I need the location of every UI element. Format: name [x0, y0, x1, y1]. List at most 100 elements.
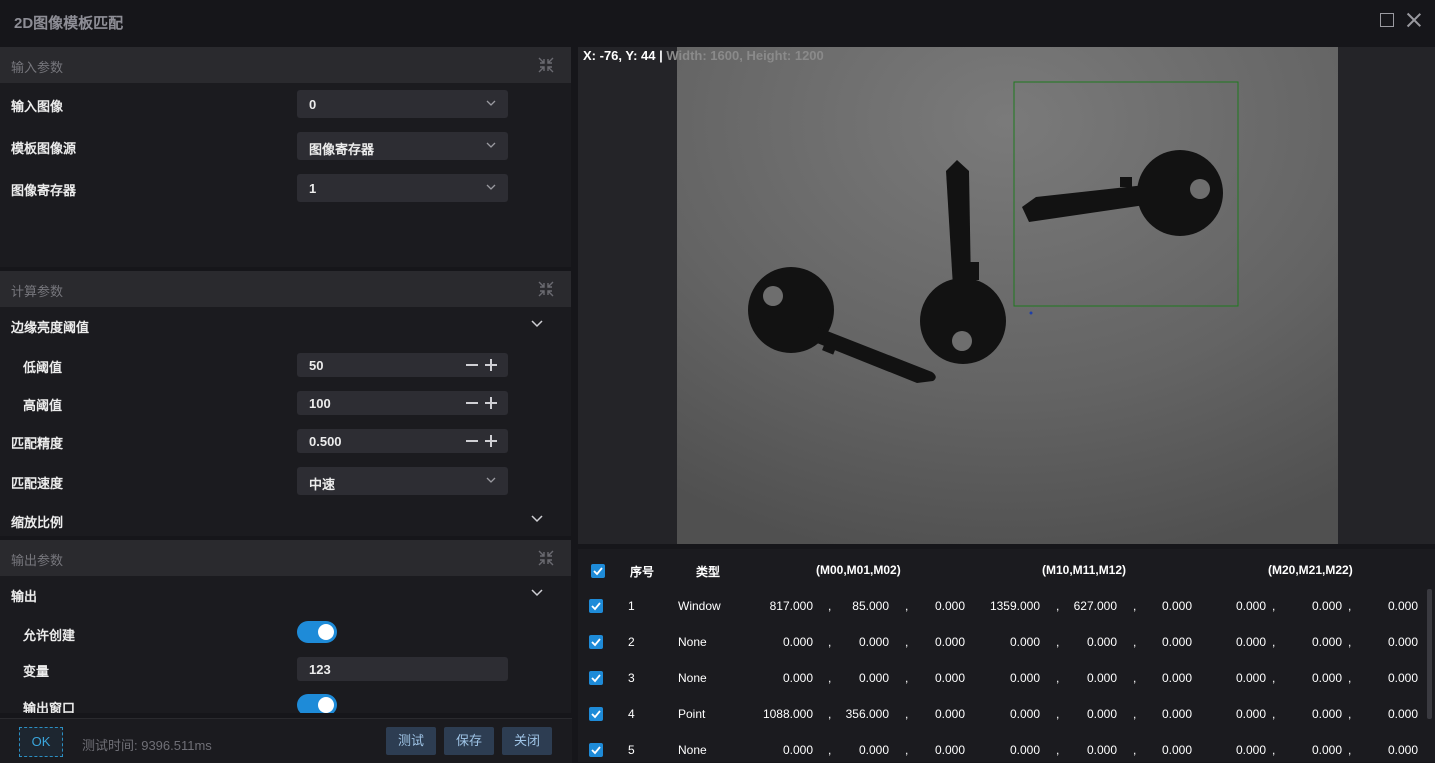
row-checkbox[interactable]: [589, 635, 603, 649]
cell-type: None: [678, 743, 707, 757]
scale-group[interactable]: 缩放比例: [0, 504, 571, 536]
header-index: 序号: [630, 565, 655, 579]
close-button[interactable]: 关闭: [502, 727, 552, 755]
row-checkbox[interactable]: [589, 707, 603, 721]
select-all-checkbox[interactable]: [591, 564, 605, 578]
chevron-down-icon: [486, 142, 496, 148]
cell-matrix-value: 0.000: [934, 599, 965, 613]
row-checkbox[interactable]: [589, 671, 603, 685]
cell-matrix-value: 0.000: [1387, 743, 1418, 757]
match-precision-stepper[interactable]: 0.500: [297, 429, 508, 453]
plus-icon[interactable]: [484, 358, 498, 372]
stepper-value[interactable]: 0.500: [309, 434, 342, 449]
section-title: 计算参数: [11, 284, 64, 299]
input-image-select[interactable]: 0: [297, 90, 508, 118]
chevron-down-icon[interactable]: [530, 514, 544, 524]
field-label: 模板图像源: [11, 141, 77, 156]
low-threshold-stepper[interactable]: 50: [297, 353, 508, 377]
cell-type: Point: [678, 707, 706, 721]
plus-icon[interactable]: [484, 396, 498, 410]
chevron-down-icon[interactable]: [530, 319, 544, 329]
cell-matrix-value: 0.000: [934, 635, 965, 649]
row-checkbox[interactable]: [589, 743, 603, 757]
collapse-icon[interactable]: [537, 56, 555, 74]
calc-params-header[interactable]: 计算参数: [0, 271, 571, 307]
cell-matrix-value: 0.000: [1235, 635, 1266, 649]
scrollbar[interactable]: [1427, 589, 1432, 719]
field-label: 匹配速度: [11, 476, 64, 491]
cell-matrix-value: 0.000: [782, 635, 813, 649]
test-button[interactable]: 测试: [386, 727, 436, 755]
output-params-section: 输出参数 输出 允许创建 变量 123 输出窗口: [0, 540, 571, 713]
cell-separator: ,: [1133, 671, 1137, 685]
minus-icon[interactable]: [465, 396, 479, 410]
cell-separator: ,: [905, 743, 909, 757]
cell-matrix-value: 0.000: [782, 743, 813, 757]
cell-index: 2: [628, 635, 635, 649]
field-label: 变量: [23, 664, 50, 679]
row-checkbox[interactable]: [589, 599, 603, 613]
select-value: 1: [309, 181, 317, 196]
collapse-icon[interactable]: [537, 549, 555, 567]
cell-matrix-value: 0.000: [1086, 743, 1117, 757]
variable-input[interactable]: 123: [297, 657, 508, 681]
image-viewer[interactable]: X: -76, Y: 44 | Width: 1600, Height: 120…: [578, 47, 1435, 544]
stepper-value[interactable]: 100: [309, 396, 331, 411]
cell-matrix-value: 0.000: [1161, 743, 1192, 757]
minus-icon[interactable]: [465, 434, 479, 448]
cell-separator: ,: [828, 671, 832, 685]
cell-separator: ,: [1348, 635, 1352, 649]
ok-button[interactable]: OK: [19, 727, 63, 757]
stepper-value[interactable]: 50: [309, 358, 323, 373]
header-m1: (M10,M11,M12): [1042, 563, 1127, 577]
cell-index: 4: [628, 707, 635, 721]
maximize-icon[interactable]: [1378, 11, 1396, 29]
cell-separator: ,: [1348, 743, 1352, 757]
group-label: 边缘亮度阈值: [11, 320, 90, 335]
close-icon[interactable]: [1405, 11, 1423, 29]
collapse-icon[interactable]: [537, 280, 555, 298]
cell-matrix-value: 1359.000: [989, 599, 1040, 613]
allow-create-row: 允许创建: [0, 617, 571, 649]
table-row[interactable]: 1 Window 817.000 85.000 0.000 1359.000 627.000…: [578, 588, 1423, 624]
table-row[interactable]: 3 None 0.000 0.000 0.000 0.000 0.000 0.000 0.000…: [578, 660, 1423, 696]
header-type: 类型: [696, 565, 721, 579]
results-table: 序号 类型 (M00,M01,M02) (M10,M11,M12) (M20,M…: [578, 549, 1435, 762]
save-button[interactable]: 保存: [444, 727, 494, 755]
cell-matrix-value: 0.000: [1387, 599, 1418, 613]
cell-matrix-value: 0.000: [1235, 671, 1266, 685]
cell-matrix-value: 0.000: [1009, 671, 1040, 685]
input-value[interactable]: 123: [309, 662, 331, 677]
cell-matrix-value: 0.000: [1235, 707, 1266, 721]
parameter-panel: 输入参数 输入图像 0 模板图像源 图像寄存器 图像寄存器 1 计算参数 边缘亮…: [0, 47, 572, 713]
match-speed-select[interactable]: 中速: [297, 467, 508, 495]
cell-index: 3: [628, 671, 635, 685]
image-register-select[interactable]: 1: [297, 174, 508, 202]
high-threshold-stepper[interactable]: 100: [297, 391, 508, 415]
chevron-down-icon[interactable]: [530, 588, 544, 598]
output-params-header[interactable]: 输出参数: [0, 540, 571, 576]
allow-create-toggle[interactable]: [297, 621, 337, 643]
calc-params-section: 计算参数 边缘亮度阈值 低阈值 50 高阈值 100 匹配精度 0.500 匹配…: [0, 271, 571, 536]
template-source-select[interactable]: 图像寄存器: [297, 132, 508, 160]
coordinate-readout: X: -76, Y: 44 | Width: 1600, Height: 120…: [583, 48, 824, 63]
cell-matrix-value: 0.000: [934, 671, 965, 685]
field-label: 输出窗口: [23, 701, 76, 713]
cell-matrix-value: 0.000: [1009, 743, 1040, 757]
output-window-toggle[interactable]: [297, 694, 337, 713]
edge-threshold-group[interactable]: 边缘亮度阈值: [0, 309, 571, 341]
group-label: 缩放比例: [11, 515, 64, 530]
field-label: 高阈值: [23, 398, 63, 413]
plus-icon[interactable]: [484, 434, 498, 448]
input-params-header[interactable]: 输入参数: [0, 47, 571, 83]
table-row[interactable]: 5 None 0.000 0.000 0.000 0.000 0.000 0.000 0.000…: [578, 732, 1423, 762]
table-row[interactable]: 4 Point 1088.000 356.000 0.000 0.000 0.000 0.00…: [578, 696, 1423, 732]
table-row[interactable]: 2 None 0.000 0.000 0.000 0.000 0.000 0.000 0.000…: [578, 624, 1423, 660]
cell-matrix-value: 0.000: [1235, 599, 1266, 613]
output-group[interactable]: 输出: [0, 578, 571, 610]
coords-separator: |: [659, 48, 663, 63]
action-bar: OK 测试时间: 9396.511ms 测试 保存 关闭: [0, 718, 572, 763]
minus-icon[interactable]: [465, 358, 479, 372]
camera-image[interactable]: [677, 47, 1338, 544]
cell-matrix-value: 0.000: [858, 671, 889, 685]
